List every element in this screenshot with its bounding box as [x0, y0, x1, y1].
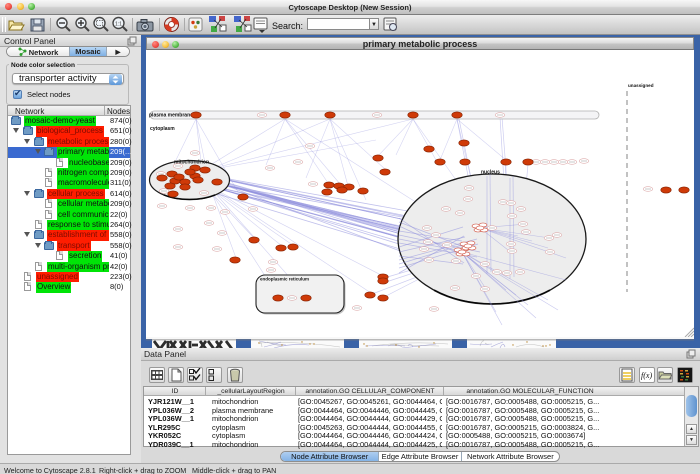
- svg-text:1:1: 1:1: [115, 22, 122, 28]
- svg-text:plasma membrane: plasma membrane: [149, 113, 193, 119]
- svg-text:endoplasmic reticulum: endoplasmic reticulum: [260, 277, 309, 282]
- svg-text:unassigned: unassigned: [628, 83, 654, 88]
- svg-text:f(x): f(x): [641, 371, 652, 380]
- svg-text:cytoplasm: cytoplasm: [150, 126, 175, 132]
- svg-text:nucleus: nucleus: [481, 170, 500, 176]
